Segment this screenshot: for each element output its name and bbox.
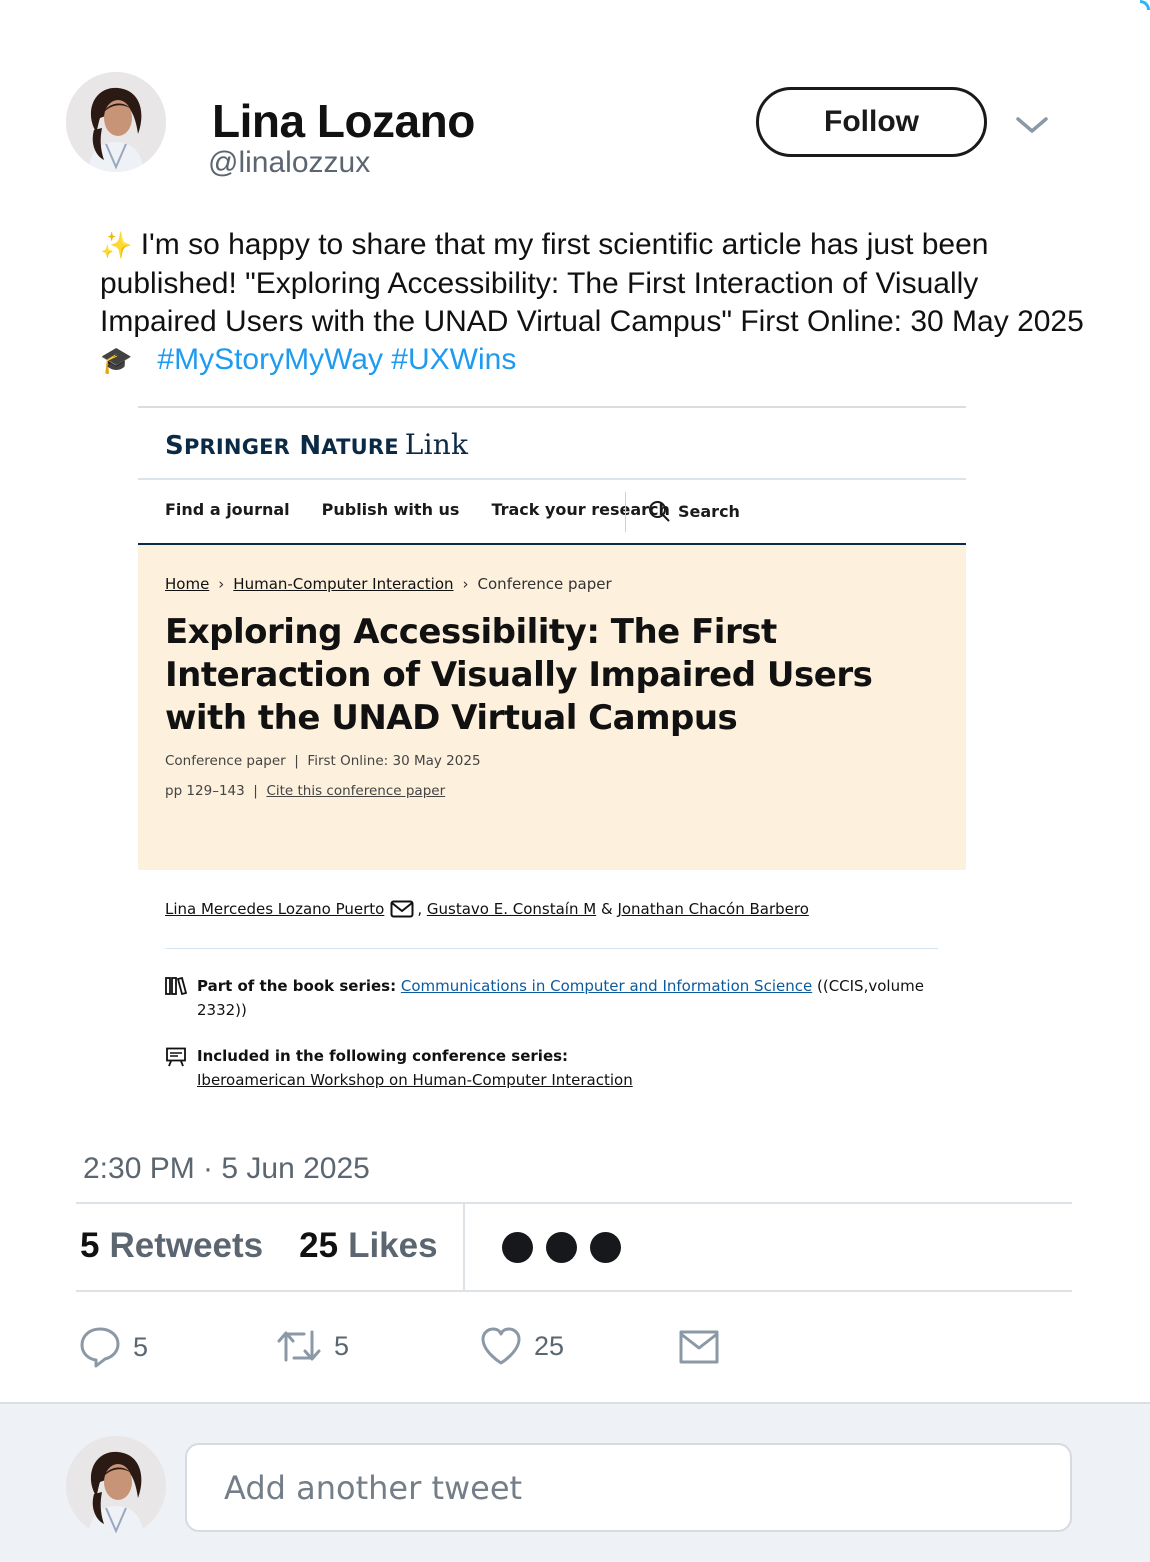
avatar-portrait xyxy=(66,72,166,172)
follow-button[interactable]: Follow xyxy=(756,87,987,157)
breadcrumb: Home › Human-Computer Interaction › Conf… xyxy=(165,575,612,593)
user-avatar[interactable] xyxy=(66,72,166,172)
presentation-icon xyxy=(166,1047,186,1067)
retweet-button[interactable]: 5 xyxy=(276,1326,349,1366)
heart-icon xyxy=(481,1327,521,1365)
tweet-text: ✨ I'm so happy to share that my first sc… xyxy=(100,226,1090,380)
book-series-link: Communications in Computer and Informati… xyxy=(400,977,813,995)
conference-series-row: Included in the following conference ser… xyxy=(165,1044,935,1092)
divider xyxy=(76,1202,1072,1204)
email-icon xyxy=(390,900,414,918)
graduation-cap-icon: 🎓 xyxy=(100,346,133,376)
tweet-body: I'm so happy to share that my first scie… xyxy=(100,228,1084,338)
envelope-icon xyxy=(679,1330,719,1364)
direct-message-button[interactable] xyxy=(678,1326,720,1366)
breadcrumb-separator-icon: › xyxy=(462,575,469,593)
books-icon xyxy=(165,976,188,996)
embedded-article-image[interactable]: SPRINGER NATURE Link Find a journal Publi… xyxy=(138,406,966,1106)
like-button[interactable]: 25 xyxy=(480,1326,564,1366)
author-name: Gustavo E. Constaín M xyxy=(426,900,597,918)
nav-track: Track your research xyxy=(491,500,670,519)
breadcrumb-category: Human-Computer Interaction xyxy=(233,575,454,593)
springer-nature-link-logo: SPRINGER NATURE Link xyxy=(165,428,469,461)
retweet-count: 5 xyxy=(334,1330,350,1361)
breadcrumb-home: Home xyxy=(165,575,210,593)
display-name[interactable]: Lina Lozano xyxy=(212,94,475,148)
chevron-down-icon[interactable] xyxy=(1012,110,1052,140)
reply-button[interactable]: 5 xyxy=(79,1326,148,1368)
breadcrumb-separator-icon: › xyxy=(218,575,225,593)
divider xyxy=(138,478,966,480)
springer-nav: Find a journal Publish with us Track you… xyxy=(165,500,702,519)
dot xyxy=(546,1232,577,1263)
divider xyxy=(165,948,938,949)
breadcrumb-current: Conference paper xyxy=(477,575,612,593)
conference-series-link: Iberoamerican Workshop on Human-Computer… xyxy=(197,1071,633,1089)
divider xyxy=(463,1204,465,1290)
nav-publish: Publish with us xyxy=(321,500,460,519)
book-series-row: Part of the book series: Communications … xyxy=(165,974,935,1022)
hashtags[interactable]: #MyStoryMyWay #UXWins xyxy=(157,343,516,376)
series-info: Part of the book series: Communications … xyxy=(165,974,935,1092)
article-hero: Home › Human-Computer Interaction › Conf… xyxy=(138,545,966,870)
nav-search: Search xyxy=(648,500,740,522)
like-count: 25 xyxy=(534,1330,565,1361)
retweets-stat[interactable]: 5 Retweets xyxy=(80,1226,263,1266)
likes-stat[interactable]: 25 Likes xyxy=(299,1226,437,1266)
composer-avatar[interactable] xyxy=(66,1436,166,1536)
article-meta: Conference paper | First Online: 30 May … xyxy=(165,753,481,769)
author-list: Lina Mercedes Lozano Puerto , Gustavo E.… xyxy=(165,900,809,918)
cite-link: Cite this conference paper xyxy=(266,783,446,799)
tweet-timestamp[interactable]: 2:30 PM · 5 Jun 2025 xyxy=(83,1152,370,1186)
corner-accent xyxy=(1140,0,1150,10)
author-name: Jonathan Chacón Barbero xyxy=(617,900,809,918)
reply-icon xyxy=(80,1327,120,1368)
retweet-icon xyxy=(277,1330,321,1362)
nav-find-journal: Find a journal xyxy=(165,500,290,519)
article-title: Exploring Accessibility: The First Inter… xyxy=(165,612,873,738)
reply-count: 5 xyxy=(133,1331,149,1362)
divider xyxy=(625,492,626,532)
add-tweet-input[interactable]: Add another tweet xyxy=(185,1443,1072,1532)
user-handle[interactable]: @linalozzux xyxy=(208,146,370,180)
author-name: Lina Mercedes Lozano Puerto xyxy=(165,900,385,918)
engagement-stats: 5 Retweets 25 Likes xyxy=(80,1226,438,1266)
dot xyxy=(590,1232,621,1263)
more-options-icon[interactable] xyxy=(502,1232,634,1263)
avatar-portrait xyxy=(66,1436,166,1536)
search-icon xyxy=(649,501,670,522)
article-pages: pp 129–143 | Cite this conference paper xyxy=(165,783,446,799)
sparkles-icon: ✨ xyxy=(100,231,133,261)
divider xyxy=(76,1290,1072,1292)
divider xyxy=(138,406,966,408)
dot xyxy=(502,1232,533,1263)
